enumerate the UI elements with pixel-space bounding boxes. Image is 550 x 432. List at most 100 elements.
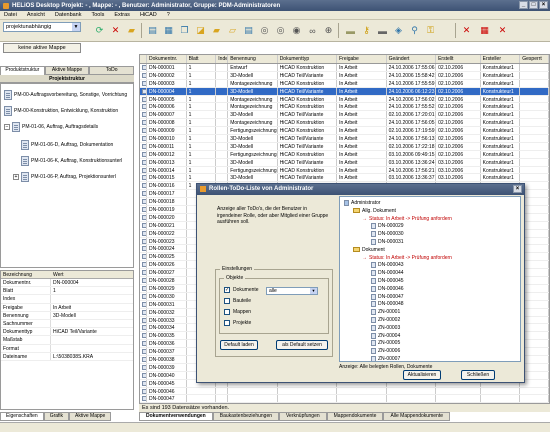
- close-button[interactable]: Schließen: [461, 370, 495, 380]
- close-red-icon[interactable]: ✕: [459, 23, 474, 38]
- checkbox-dokumente[interactable]: ✓ Dokumente: [224, 287, 259, 293]
- column-header[interactable]: Geändert: [387, 55, 437, 63]
- table-row[interactable]: DN-000001 1 Entwurf HiCAD Konstruktion In Ar…: [140, 64, 549, 72]
- column-header[interactable]: Benennung: [228, 55, 278, 63]
- column-header[interactable]: Ersteller: [481, 55, 521, 63]
- todo-status-item[interactable]: → Status: In Arbeit -> Prüfung anfordern: [362, 216, 452, 222]
- key-icon[interactable]: ⚷: [359, 23, 374, 38]
- column-header[interactable]: Freigabe: [337, 55, 387, 63]
- tab-aktive-mappe[interactable]: Aktive Mappe: [44, 66, 90, 75]
- table-row[interactable]: DN-000015 1 3D-Modell HiCAD Teil/Variante In…: [140, 174, 549, 183]
- todo-document-item[interactable]: ZN-00004: [371, 332, 400, 339]
- column-header[interactable]: Dokumentnr.: [147, 55, 187, 63]
- advanced-search-icon[interactable]: ⊕: [321, 23, 336, 38]
- folder-icon[interactable]: ▰: [124, 23, 139, 38]
- column-header[interactable]: Erstellt: [436, 55, 481, 63]
- property-row[interactable]: Format: [1, 344, 133, 353]
- tree-node[interactable]: + PM-01-06-P, Auftrag, Projektionsunterl: [13, 172, 116, 182]
- tree-node[interactable]: − PM-01-06, Auftrag, Auftragsdetails: [4, 122, 98, 132]
- find-icon[interactable]: ◉: [289, 23, 304, 38]
- property-row[interactable]: Benennung 3D-Modell: [1, 311, 133, 320]
- checkbox-bauteile[interactable]: Bauteile: [224, 298, 251, 304]
- close-icon[interactable]: ×: [539, 1, 548, 9]
- tab-aktive-mappe-bottom[interactable]: Aktive Mappe: [69, 412, 112, 421]
- document-filter-select[interactable]: alle ▼: [266, 287, 318, 295]
- todo-document-item[interactable]: ZN-00001: [371, 309, 400, 316]
- property-row[interactable]: Index: [1, 295, 133, 304]
- export-icon[interactable]: ◈: [391, 23, 406, 38]
- import-icon[interactable]: ⚲: [407, 23, 422, 38]
- default-set-button[interactable]: als Default setzen: [276, 340, 328, 350]
- refresh-button[interactable]: Aktualisieren: [403, 370, 441, 380]
- column-header[interactable]: Dokumenttyp: [278, 55, 338, 63]
- search-icon[interactable]: ◎: [257, 23, 272, 38]
- tool-icon[interactable]: ▬: [343, 23, 358, 38]
- table-row[interactable]: DN-000012 1 Fertigungszeichnung HiCAD Konst…: [140, 150, 549, 159]
- property-row[interactable]: Dokumenttyp HiCAD Teil/Variante: [1, 328, 133, 337]
- table-row[interactable]: DN-000046: [140, 387, 549, 396]
- table-row[interactable]: DN-000007 1 3D-Modell HiCAD Teil/Variante In…: [140, 111, 549, 120]
- table-row[interactable]: DN-000003 1 Montagezeichnung HiCAD Konstruk…: [140, 79, 549, 88]
- collapse-icon[interactable]: −: [4, 124, 10, 130]
- menu-datei[interactable]: Datei: [4, 12, 17, 18]
- table-row[interactable]: DN-000002 1 3D-Modell HiCAD Teil/Variante In…: [140, 71, 549, 80]
- expand-icon[interactable]: +: [13, 174, 19, 180]
- open-document-icon[interactable]: ▦: [161, 23, 176, 38]
- tab-produktstruktur[interactable]: Produktstruktur: [0, 66, 45, 75]
- tree-node[interactable]: PM-01-06-K, Auftrag, Konstruktionsunterl: [21, 156, 122, 166]
- todo-document-item[interactable]: DN-000045: [371, 278, 404, 284]
- tab-mappendokumente[interactable]: Mappendokumente: [326, 412, 384, 421]
- todo-document-item[interactable]: DN-000029: [371, 223, 404, 230]
- todo-document-item[interactable]: ZN-00007: [371, 356, 400, 361]
- property-row[interactable]: Freigabe In Arbeit: [1, 303, 133, 312]
- checkbox-projekte[interactable]: Projekte: [224, 320, 251, 326]
- chevron-down-icon[interactable]: ▼: [310, 288, 317, 294]
- todo-document-item[interactable]: ZN-00005: [371, 340, 400, 347]
- todo-document-item[interactable]: DN-000043: [371, 262, 404, 269]
- new-document-icon[interactable]: ▤: [145, 23, 160, 38]
- delete-icon[interactable]: ✕: [108, 23, 123, 38]
- maximize-icon[interactable]: □: [529, 1, 538, 9]
- property-row[interactable]: Blatt 1: [1, 287, 133, 296]
- column-header[interactable]: Gesperrt: [520, 55, 549, 63]
- property-row[interactable]: Sachnummer: [1, 319, 133, 329]
- tab-grafik[interactable]: Grafik: [43, 412, 70, 421]
- tree-node[interactable]: PM-01-06-D, Auftrag, Dokumentation: [21, 140, 113, 150]
- table-row[interactable]: DN-000004 1 3D-Modell HiCAD Teil/Variante In…: [140, 87, 549, 96]
- menu-datenbank[interactable]: Datenbank: [55, 12, 82, 18]
- menu-ansicht[interactable]: Ansicht: [27, 12, 45, 18]
- column-header[interactable]: Index: [216, 55, 229, 63]
- tree-node[interactable]: PM-00-Konstruktion, Entwicklung, Konstru…: [4, 106, 118, 116]
- chevron-down-icon[interactable]: ▼: [72, 23, 80, 31]
- todo-document-item[interactable]: DN-000046: [371, 285, 404, 292]
- keine-aktive-mappe-button[interactable]: keine aktive Mappe: [3, 43, 81, 53]
- folder-open-icon[interactable]: ▰: [209, 23, 224, 38]
- menu-help[interactable]: ?: [167, 12, 170, 18]
- link-icon[interactable]: ◪: [193, 23, 208, 38]
- menu-tools[interactable]: Tools: [92, 12, 105, 18]
- todo-folder-item[interactable]: Dokument: [353, 247, 385, 253]
- property-row[interactable]: Maßstab: [1, 336, 133, 345]
- todo-folder-item[interactable]: Allg. Dokument: [353, 208, 396, 214]
- tab-verknuepfungen[interactable]: Verknüpfungen: [279, 412, 327, 421]
- property-row[interactable]: Dateiname L:\5038038S.KRA: [1, 352, 133, 361]
- column-header[interactable]: [140, 55, 147, 63]
- lock-icon[interactable]: ⚿: [423, 23, 438, 38]
- todo-document-item[interactable]: ZN-00002: [371, 317, 400, 323]
- todo-document-item[interactable]: DN-000047: [371, 293, 404, 300]
- refresh-icon[interactable]: ⟳: [92, 23, 107, 38]
- todo-folder-item[interactable]: Administrator: [344, 200, 380, 206]
- todo-document-item[interactable]: ZN-00003: [371, 324, 400, 331]
- todo-document-item[interactable]: DN-000048: [371, 301, 404, 308]
- table-row[interactable]: DN-000014 1 Fertigungszeichnung HiCAD Konst…: [140, 166, 549, 175]
- tab-alle-mappendokumente[interactable]: Alle Mappendokumente: [383, 412, 450, 421]
- checkbox-checked-icon[interactable]: ✓: [224, 287, 230, 293]
- project-combo[interactable]: projektunabhängig ▼: [3, 22, 81, 32]
- todo-document-item[interactable]: DN-000044: [371, 270, 404, 277]
- table-row[interactable]: DN-000010 1 3D-Modell HiCAD Teil/Variante In…: [140, 135, 549, 143]
- todo-status-item[interactable]: → Status: In Arbeit -> Prüfung anfordern: [362, 255, 452, 261]
- copy-icon[interactable]: ❐: [177, 23, 192, 38]
- table-row[interactable]: DN-000047: [140, 395, 549, 403]
- property-row[interactable]: Dokumentnr. DN-000004: [1, 279, 133, 288]
- dialog-close-icon[interactable]: ×: [513, 185, 522, 193]
